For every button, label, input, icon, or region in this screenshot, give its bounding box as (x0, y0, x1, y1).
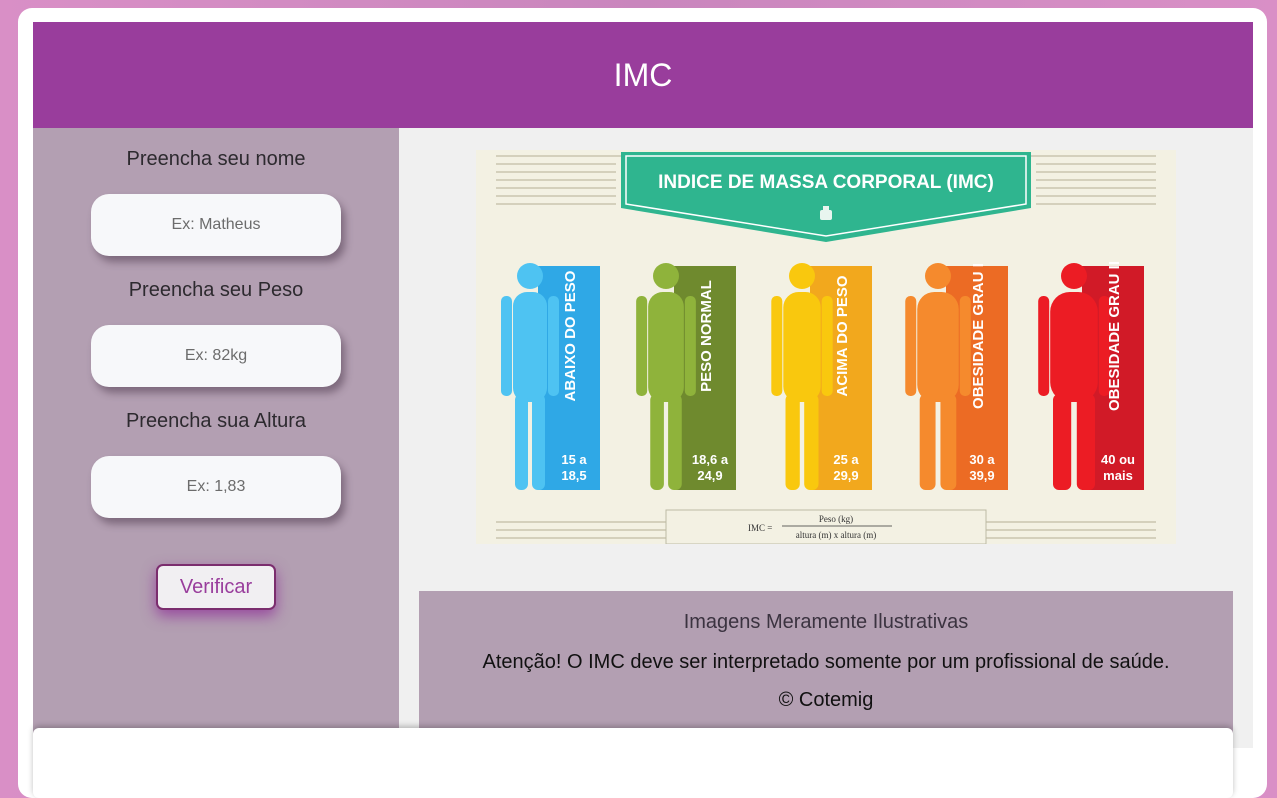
category-label: ACIMA DO PESO (834, 275, 851, 396)
bmi-infographic-svg: INDICE DE MASSA CORPORAL (IMC) ABAIXO DO… (496, 152, 1156, 545)
formula-bottom: altura (m) x altura (m) (796, 530, 876, 540)
person-leg-left-icon (515, 394, 528, 490)
height-input[interactable] (91, 456, 341, 518)
main-content: INDICE DE MASSA CORPORAL (IMC) ABAIXO DO… (399, 128, 1253, 751)
bmi-category-5: OBESIDADE GRAU II 40 oumais (1038, 261, 1144, 490)
person-arm-left-icon (905, 296, 917, 396)
bmi-category-3: ACIMA DO PESO 25 a29,9 (771, 263, 872, 490)
bmi-infographic: INDICE DE MASSA CORPORAL (IMC) ABAIXO DO… (476, 150, 1176, 545)
name-label: Preencha seu nome (126, 148, 306, 170)
formula-left: IMC = (748, 523, 772, 533)
person-leg-right-icon (1076, 394, 1095, 490)
bmi-category-2: PESO NORMAL 18,6 a24,9 (636, 263, 736, 490)
person-leg-left-icon (1053, 394, 1072, 490)
person-arm-left-icon (1038, 296, 1050, 396)
person-leg-right-icon (668, 394, 682, 490)
bmi-category-4: OBESIDADE GRAU I 30 a39,9 (905, 263, 1008, 490)
bmi-categories: ABAIXO DO PESO15 a18,5PESO NORMAL18,6 a2… (501, 261, 1144, 490)
category-range-end: mais (1103, 468, 1133, 483)
warning-text: Atenção! O IMC deve ser interpretado som… (482, 651, 1170, 673)
category-range-start: 25 a (833, 452, 859, 467)
person-arm-right-icon (821, 296, 833, 396)
page-title: IMC (613, 56, 673, 93)
person-arm-left-icon (636, 296, 648, 396)
person-torso-icon (513, 292, 547, 402)
weight-label: Preencha seu Peso (128, 279, 304, 301)
copyright-text: © Cotemig (778, 689, 874, 711)
title-banner (621, 152, 1031, 242)
category-label: PESO NORMAL (698, 280, 715, 392)
formula-top: Peso (kg) (819, 514, 853, 524)
disclaimer-text: Imagens Meramente Ilustrativas (683, 611, 969, 633)
page-header: IMC (33, 22, 1253, 128)
person-arm-right-icon (548, 296, 559, 396)
person-head-icon (653, 263, 679, 289)
person-torso-icon (1050, 292, 1098, 402)
category-range-end: 39,9 (969, 468, 994, 483)
person-leg-right-icon (804, 394, 819, 490)
person-head-icon (925, 263, 951, 289)
person-arm-left-icon (501, 296, 512, 396)
person-leg-right-icon (940, 394, 957, 490)
person-torso-icon (783, 292, 821, 402)
weight-input[interactable] (91, 325, 341, 387)
height-label: Preencha sua Altura (125, 410, 307, 432)
person-leg-left-icon (785, 394, 800, 490)
verify-button[interactable]: Verificar (156, 564, 276, 610)
category-range-start: 18,6 a (692, 452, 729, 467)
category-range-end: 18,5 (561, 468, 586, 483)
form-sidebar: Preencha seu nome Preencha seu Peso Pree… (33, 128, 399, 748)
bmi-category-1: ABAIXO DO PESO 15 a18,5 (501, 263, 600, 490)
category-range-start: 40 ou (1101, 452, 1135, 467)
bottom-panel (33, 728, 1233, 798)
category-label: OBESIDADE GRAU I (970, 263, 987, 409)
footer-box: Imagens Meramente Ilustrativas Atenção! … (419, 591, 1233, 751)
person-head-icon (789, 263, 815, 289)
person-torso-icon (917, 292, 959, 402)
person-head-icon (1061, 263, 1087, 289)
name-input[interactable] (91, 194, 341, 256)
person-arm-left-icon (771, 296, 783, 396)
person-arm-right-icon (684, 296, 696, 396)
category-label: OBESIDADE GRAU II (1106, 261, 1123, 411)
category-range-start: 30 a (969, 452, 995, 467)
category-range-start: 15 a (561, 452, 587, 467)
category-range-end: 24,9 (697, 468, 722, 483)
category-label: ABAIXO DO PESO (562, 270, 579, 401)
infographic-title: INDICE DE MASSA CORPORAL (IMC) (658, 172, 994, 193)
category-range-end: 29,9 (833, 468, 858, 483)
person-head-icon (517, 263, 543, 289)
person-torso-icon (648, 292, 684, 402)
person-leg-left-icon (919, 394, 936, 490)
person-leg-right-icon (532, 394, 545, 490)
person-leg-left-icon (650, 394, 664, 490)
